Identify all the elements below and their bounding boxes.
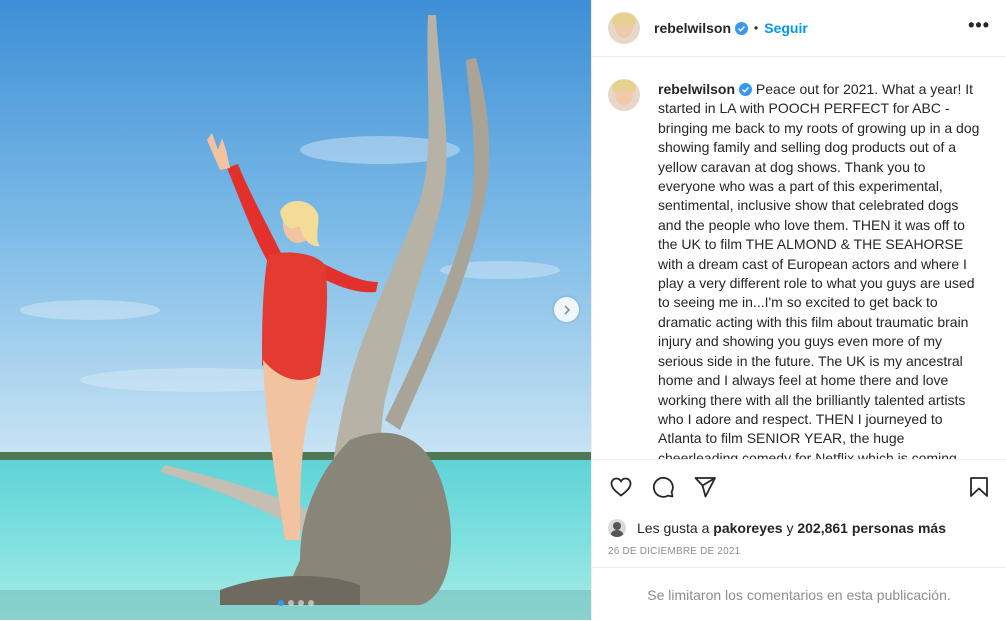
caption-section: rebelwilson Peace out for 2021. What a y…: [592, 57, 1006, 459]
heart-icon: [610, 477, 632, 497]
bookmark-icon: [970, 477, 988, 497]
action-bar: [592, 459, 1006, 514]
carousel-indicator: [0, 600, 591, 606]
carousel-dot: [297, 600, 304, 606]
verified-badge-icon: [735, 21, 749, 35]
save-button[interactable]: [966, 474, 992, 500]
caption-text: rebelwilson Peace out for 2021. What a y…: [658, 80, 984, 459]
likes-prefix: Les gusta a: [637, 520, 710, 536]
post-date[interactable]: 26 DE DICIEMBRE DE 2021: [592, 546, 1006, 557]
liker-avatar[interactable]: [608, 519, 626, 537]
likes-connector: y: [786, 520, 794, 536]
comment-icon: [652, 476, 674, 498]
follow-button[interactable]: Seguir: [764, 20, 808, 36]
carousel-next-button[interactable]: [554, 297, 579, 322]
more-options-button[interactable]: •••: [968, 16, 990, 36]
likes-count-link[interactable]: 202,861 personas más: [797, 520, 946, 536]
comment-button[interactable]: [650, 474, 676, 500]
post-side-panel: rebelwilson • Seguir ••• rebelwilson Pea…: [591, 0, 1006, 620]
beach-photo-image: [0, 0, 591, 620]
comments-disabled-notice: Se limitaron los comentarios en esta pub…: [592, 567, 1006, 621]
likes-summary: Les gusta a pakoreyes y 202,861 personas…: [592, 514, 1006, 542]
like-button[interactable]: [608, 474, 634, 500]
avatar[interactable]: [608, 79, 640, 111]
username-link[interactable]: rebelwilson: [654, 20, 731, 36]
chevron-right-icon: [563, 304, 570, 315]
carousel-dot: [277, 600, 284, 606]
avatar[interactable]: [608, 12, 640, 44]
share-button[interactable]: [692, 474, 718, 500]
caption-username-link[interactable]: rebelwilson: [658, 81, 735, 97]
post-header: rebelwilson • Seguir •••: [592, 0, 1006, 57]
carousel-dot: [307, 600, 314, 606]
instagram-post: rebelwilson • Seguir ••• rebelwilson Pea…: [0, 0, 1006, 620]
verified-badge-icon: [739, 83, 753, 96]
post-photo[interactable]: [0, 0, 591, 620]
caption-body: Peace out for 2021. What a year! It star…: [658, 81, 980, 459]
paper-plane-icon: [694, 477, 716, 498]
carousel-dot: [287, 600, 294, 606]
separator-dot: •: [754, 21, 759, 35]
liker-username-link[interactable]: pakoreyes: [713, 520, 782, 536]
